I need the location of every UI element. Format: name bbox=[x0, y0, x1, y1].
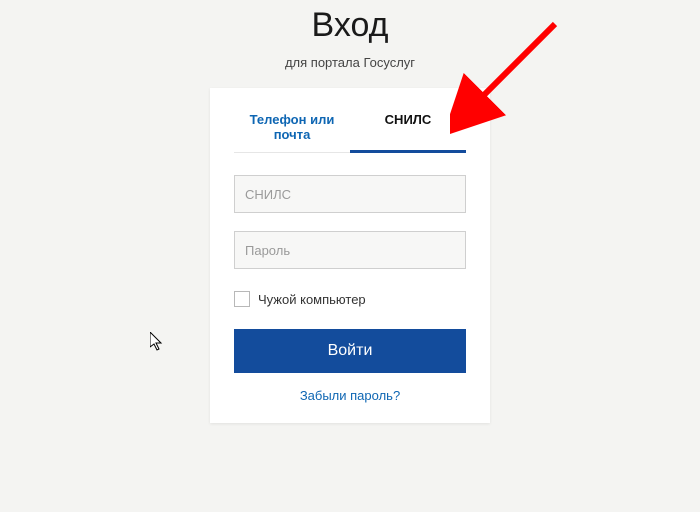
forgot-password-row: Забыли пароль? bbox=[234, 387, 466, 405]
login-card: Телефон или почта СНИЛС Чужой компьютер … bbox=[210, 88, 490, 423]
login-tabs: Телефон или почта СНИЛС bbox=[234, 104, 466, 153]
foreign-computer-row: Чужой компьютер bbox=[234, 291, 466, 307]
login-button[interactable]: Войти bbox=[234, 329, 466, 373]
forgot-password-link[interactable]: Забыли пароль? bbox=[300, 388, 400, 403]
foreign-computer-checkbox[interactable] bbox=[234, 291, 250, 307]
password-input[interactable] bbox=[234, 231, 466, 269]
page-title: Вход bbox=[0, 6, 700, 45]
foreign-computer-label: Чужой компьютер bbox=[258, 292, 366, 307]
mouse-cursor-icon bbox=[150, 332, 166, 352]
tab-snils[interactable]: СНИЛС bbox=[350, 104, 466, 152]
tab-phone-email[interactable]: Телефон или почта bbox=[234, 104, 350, 152]
snils-input[interactable] bbox=[234, 175, 466, 213]
page-subtitle: для портала Госуслуг bbox=[0, 55, 700, 70]
